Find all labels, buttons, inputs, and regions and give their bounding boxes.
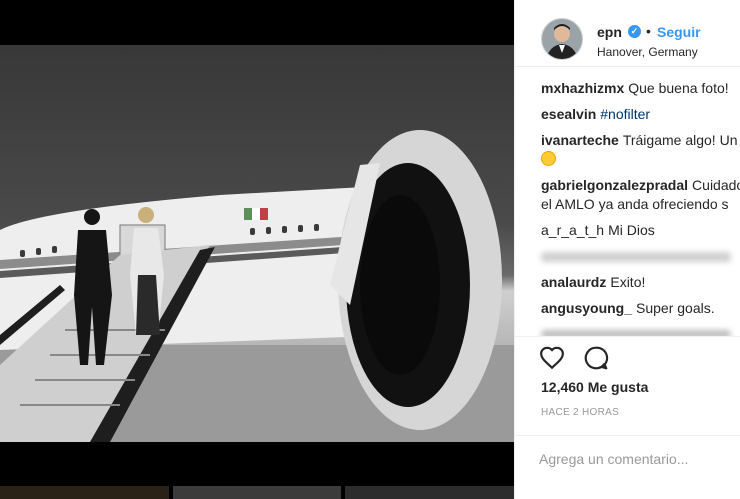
comment-username[interactable]: ivanarteche bbox=[541, 132, 619, 148]
comment-item-continued bbox=[541, 150, 740, 168]
comment-username[interactable]: esealvin bbox=[541, 106, 596, 122]
thumbnail[interactable] bbox=[345, 486, 515, 499]
add-comment-section bbox=[515, 435, 740, 499]
comment-text: Que buena foto! bbox=[628, 80, 729, 96]
comment-username[interactable]: analaurdz bbox=[541, 274, 606, 290]
comment-text: Mi Dios bbox=[608, 222, 655, 238]
verified-badge-icon: ✓ bbox=[628, 25, 641, 38]
comment-item-blurred bbox=[541, 247, 740, 265]
smile-emoji-icon bbox=[541, 151, 556, 166]
avatar[interactable] bbox=[541, 18, 583, 60]
comment-item: ivanarteche Tráigame algo! Un bbox=[541, 131, 740, 149]
comment-text: Super goals. bbox=[636, 300, 715, 316]
comment-item: angusyoung_ Super goals. bbox=[541, 299, 740, 317]
airplane-photo-illustration bbox=[0, 130, 514, 442]
thumbnail[interactable] bbox=[0, 486, 169, 499]
separator-dot: • bbox=[646, 23, 651, 39]
heart-icon[interactable] bbox=[539, 345, 565, 371]
thumbnail-strip bbox=[0, 486, 515, 499]
comment-text: Tráigame algo! Un bbox=[622, 132, 738, 148]
comment-bubble-icon[interactable] bbox=[583, 345, 609, 371]
comment-username[interactable]: a_r_a_t_h bbox=[541, 222, 604, 238]
add-comment-input[interactable] bbox=[539, 446, 729, 472]
post-timestamp[interactable]: HACE 2 HORAS bbox=[541, 407, 619, 418]
likes-count[interactable]: 12,460 Me gusta bbox=[541, 379, 648, 395]
comment-text: Exito! bbox=[610, 274, 646, 290]
comment-item-continued: el AMLO ya anda ofreciendo s bbox=[541, 195, 740, 213]
post-side-panel: epn ✓ • Seguir Hanover, Germany mxhazhiz… bbox=[514, 0, 740, 499]
comment-item: esealvin #nofilter bbox=[541, 105, 740, 123]
comment-hashtag[interactable]: #nofilter bbox=[600, 106, 650, 122]
comment-item: gabrielgonzalezpradal Cuidado bbox=[541, 176, 740, 194]
comment-text-line2: el AMLO ya anda ofreciendo s bbox=[541, 196, 729, 212]
thumbnail[interactable] bbox=[172, 486, 342, 499]
partial-comment-placeholder bbox=[541, 330, 731, 336]
avatar-image bbox=[542, 19, 582, 59]
post-actions: 12,460 Me gusta HACE 2 HORAS bbox=[515, 337, 740, 442]
post-location[interactable]: Hanover, Germany bbox=[597, 45, 698, 59]
comment-item-partial bbox=[541, 324, 740, 336]
comment-username[interactable]: gabrielgonzalezpradal bbox=[541, 177, 688, 193]
comment-username[interactable]: angusyoung_ bbox=[541, 300, 632, 316]
post-photo-area bbox=[0, 0, 515, 499]
blurred-comment-placeholder bbox=[541, 252, 731, 263]
post-photo[interactable] bbox=[0, 45, 514, 442]
comment-item: a_r_a_t_h Mi Dios bbox=[541, 221, 740, 239]
post-username[interactable]: epn bbox=[597, 24, 622, 40]
comment-text: Cuidado bbox=[692, 177, 740, 193]
comment-list[interactable]: mxhazhizmx Que buena foto! esealvin #nofil… bbox=[515, 66, 740, 337]
follow-button[interactable]: Seguir bbox=[657, 24, 701, 40]
comment-item: analaurdz Exito! bbox=[541, 273, 740, 291]
comment-username[interactable]: mxhazhizmx bbox=[541, 80, 624, 96]
comment-item: mxhazhizmx Que buena foto! bbox=[541, 79, 740, 97]
post-header: epn ✓ • Seguir Hanover, Germany bbox=[515, 0, 740, 67]
